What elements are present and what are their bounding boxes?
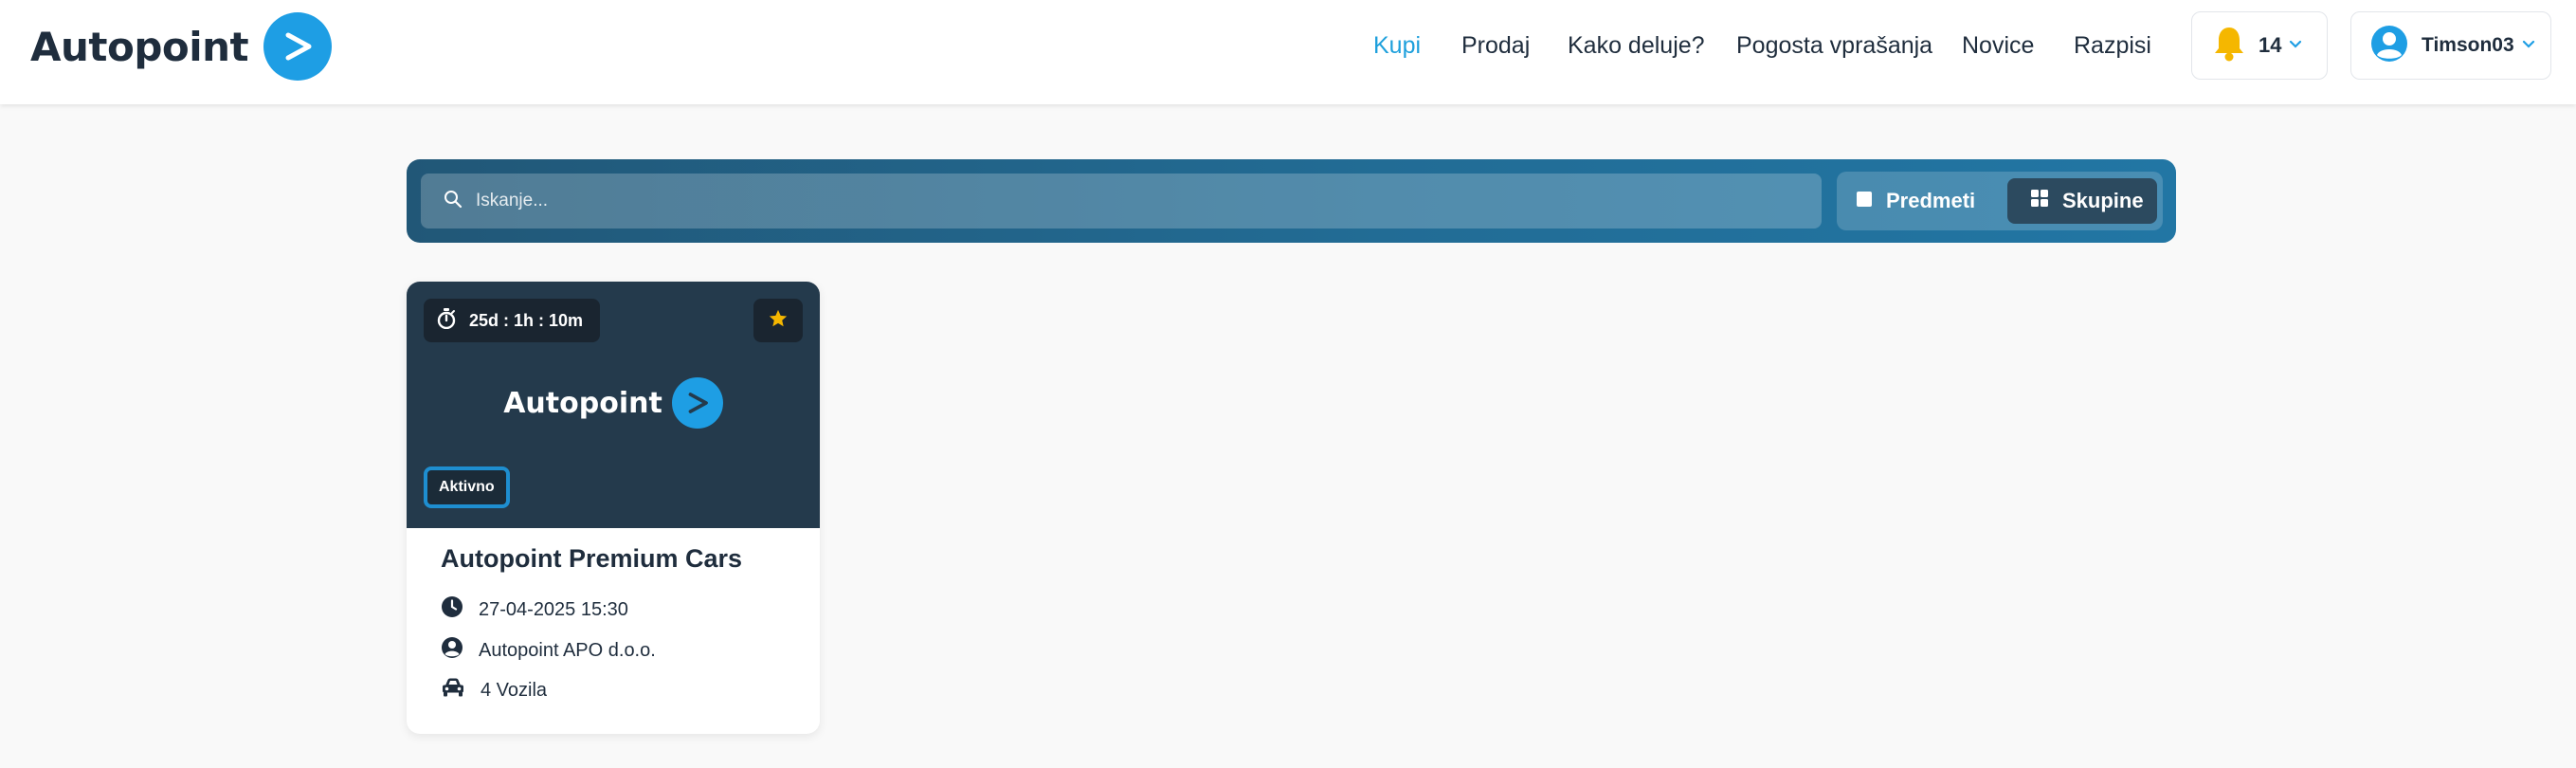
card-vehicles-row: 4 Vozila: [441, 677, 547, 704]
user-circle-icon: [2370, 25, 2408, 67]
card-seller-row: Autopoint APO d.o.o.: [441, 636, 656, 665]
username: Timson03: [2422, 34, 2514, 56]
bell-icon: [2213, 26, 2245, 66]
chevron-down-icon: [2289, 37, 2302, 54]
site-logo[interactable]: Autopoint: [30, 11, 333, 82]
view-groups-label: Skupine: [2062, 189, 2144, 212]
nav-item-kako-deluje[interactable]: Kako deluje?: [1568, 32, 1705, 60]
logo-text: Autopoint: [30, 23, 249, 70]
logo-arrow-icon: [263, 12, 333, 81]
clock-icon: [441, 595, 463, 624]
countdown-timer: 25d : 1h : 10m: [424, 299, 601, 342]
card-vehicles: 4 Vozila: [481, 679, 548, 701]
notifications-button[interactable]: 14: [2191, 11, 2328, 80]
car-icon: [441, 677, 465, 704]
logo-arrow-icon: [671, 377, 723, 429]
card-date-row: 27-04-2025 15:30: [441, 595, 628, 624]
star-icon: [768, 308, 789, 334]
nav-item-pogosta-vprasanja[interactable]: Pogosta vprašanja: [1736, 32, 1932, 60]
status-badge: Aktivno: [424, 466, 510, 508]
view-groups-button[interactable]: Skupine: [2007, 178, 2157, 224]
grid-icon: [2030, 189, 2049, 213]
view-toggle: Predmeti Skupine: [1837, 172, 2163, 230]
stopwatch-icon: [437, 307, 456, 334]
search-input[interactable]: [476, 191, 1784, 211]
search-box[interactable]: [421, 174, 1822, 229]
notification-count: 14: [2259, 33, 2282, 57]
view-items-label: Predmeti: [1886, 189, 1976, 212]
auction-group-card[interactable]: 25d : 1h : 10m Autopoint Aktivno Autopoi…: [407, 282, 820, 734]
nav-item-novice[interactable]: Novice: [1962, 32, 2034, 60]
card-date: 27-04-2025 15:30: [479, 598, 628, 620]
countdown-text: 25d : 1h : 10m: [469, 310, 584, 330]
card-logo-text: Autopoint: [503, 386, 662, 420]
view-items-button[interactable]: Predmeti: [1856, 178, 1998, 224]
search-toolbar: Predmeti Skupine: [407, 159, 2176, 243]
search-icon: [444, 190, 463, 213]
nav-item-razpisi[interactable]: Razpisi: [2074, 32, 2151, 60]
card-image: 25d : 1h : 10m Autopoint Aktivno: [407, 282, 820, 528]
favorite-button[interactable]: [753, 299, 803, 342]
nav-item-kupi[interactable]: Kupi: [1373, 32, 1421, 60]
card-seller: Autopoint APO d.o.o.: [479, 639, 656, 661]
square-icon: [1856, 189, 1873, 213]
card-title[interactable]: Autopoint Premium Cars: [441, 544, 742, 574]
chevron-down-icon: [2522, 37, 2535, 54]
card-logo: Autopoint: [407, 376, 820, 430]
top-navbar: Autopoint Kupi Prodaj Kako deluje? Pogos…: [0, 0, 2576, 104]
nav-item-prodaj[interactable]: Prodaj: [1461, 32, 1530, 60]
user-menu-button[interactable]: Timson03: [2350, 11, 2551, 80]
user-circle-icon: [441, 636, 463, 665]
